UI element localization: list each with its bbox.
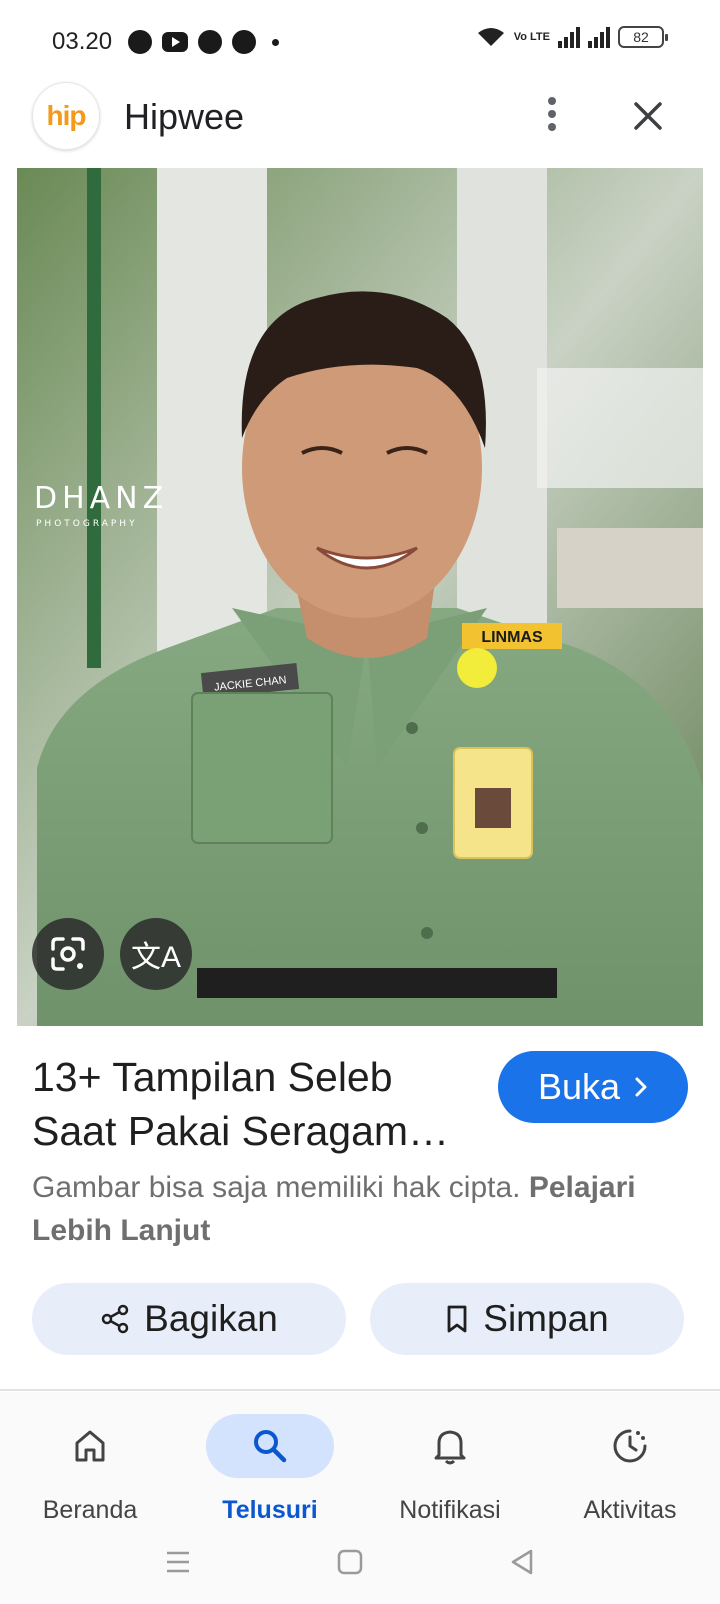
status-time: 03.20 [52,28,113,55]
home-icon [75,1430,105,1462]
badge-text: LINMAS [481,629,543,646]
nav-item-notifikasi[interactable]: Notifikasi [360,1412,540,1524]
back-button[interactable] [502,1542,542,1582]
activity-icon [613,1429,647,1463]
nav-label: Telusuri [222,1496,318,1524]
nav-icon-container [26,1414,154,1478]
result-title[interactable]: 13+ Tampilan Seleb Saat Pakai Seragam… [32,1050,472,1158]
nav-label: Beranda [42,1496,138,1524]
share-icon [101,1304,129,1334]
more-notifications-dot-icon [272,38,279,46]
volte-indicator: Vo LTE [513,31,550,43]
bell-icon [434,1430,466,1465]
watermark-subtext: PHOTOGRAPHY [36,519,138,529]
search-icon [254,1430,287,1463]
nav-item-beranda[interactable]: Beranda [0,1412,180,1524]
nav-icon-container [566,1414,694,1478]
translate-icon: 文A [130,941,181,974]
status-bar: 03.20 Vo LTE 82 [0,0,720,82]
google-lens-button[interactable] [32,918,104,990]
square-home-icon [337,1549,363,1575]
nav-label: Aktivitas [583,1496,677,1524]
copyright-text: Gambar bisa saja memiliki hak cipta. [32,1171,521,1204]
divider [0,1389,720,1391]
close-icon [634,102,662,130]
nav-item-aktivitas[interactable]: Aktivitas [540,1412,720,1524]
close-button[interactable] [624,92,672,140]
save-button[interactable]: Simpan [370,1283,684,1355]
result-image[interactable]: JACKIE CHAN LINMAS DHANZ PHOTOGRAPHY 文A [17,168,703,1026]
save-button-label: Simpan [483,1298,609,1339]
more-options-button[interactable] [530,92,574,136]
system-navigation-bar [0,1522,720,1604]
nav-icon-container [386,1414,514,1478]
signal-icon-2 [588,26,610,48]
site-logo[interactable]: hip [32,82,100,150]
share-button-label: Bagikan [144,1298,278,1339]
chat-notification-icon [128,30,152,54]
nav-item-telusuri[interactable]: Telusuri [180,1412,360,1524]
wifi-icon [477,28,504,46]
lens-icon [51,937,85,971]
signal-icon [558,26,580,48]
verified-notification-icon-2 [232,30,256,54]
recent-apps-icon [167,1551,189,1573]
status-indicators: Vo LTE 82 [476,26,668,48]
recent-apps-button[interactable] [158,1542,198,1582]
watermark-text: DHANZ [34,481,168,516]
verified-notification-icon [198,30,222,54]
site-logo-text: hip [46,100,87,131]
battery-icon: 82 [618,26,668,48]
open-button[interactable]: Buka [498,1051,688,1123]
bookmark-icon [447,1305,467,1333]
result-photo: JACKIE CHAN LINMAS DHANZ PHOTOGRAPHY [17,168,703,1026]
home-button[interactable] [330,1542,370,1582]
more-vert-icon [548,97,556,131]
open-button-label: Buka [537,1066,621,1107]
translate-button[interactable]: 文A [120,918,192,990]
chevron-right-icon [635,1077,647,1097]
back-triangle-icon [511,1549,533,1575]
copyright-notice: Gambar bisa saja memiliki hak cipta. Pel… [32,1166,692,1252]
source-header: hip Hipwee [0,82,720,168]
battery-level: 82 [633,29,649,45]
notification-icons [128,30,279,54]
nav-label: Notifikasi [399,1496,501,1524]
share-button[interactable]: Bagikan [32,1283,346,1355]
youtube-notification-icon [162,32,188,52]
site-name[interactable]: Hipwee [124,96,244,138]
bottom-navigation: Beranda Telusuri Notifikasi Aktivitas [0,1392,720,1524]
nav-icon-container [206,1414,334,1478]
